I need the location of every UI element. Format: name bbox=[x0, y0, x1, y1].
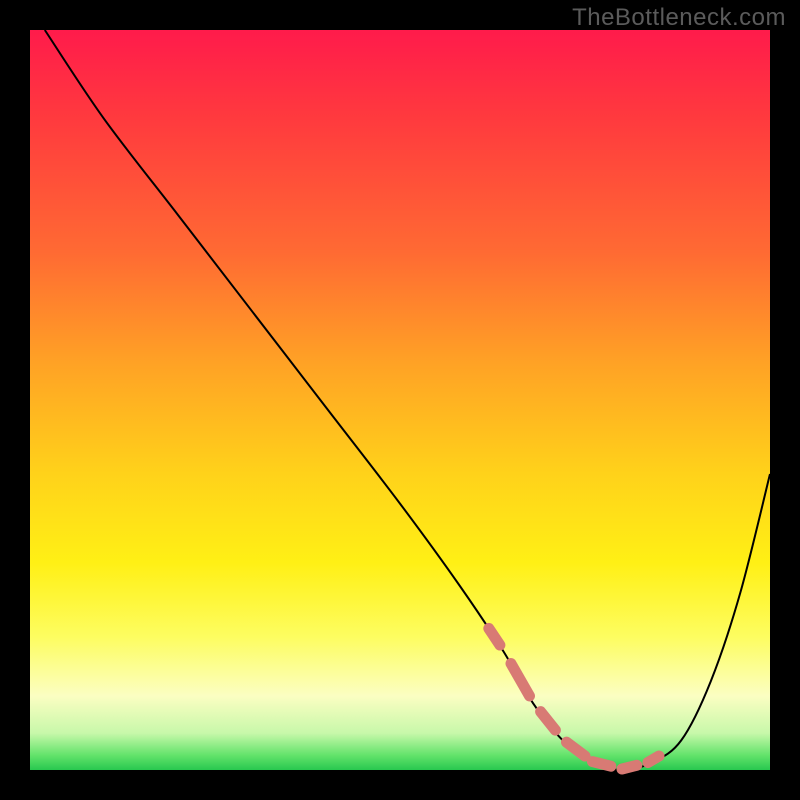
watermark-label: TheBottleneck.com bbox=[572, 4, 786, 32]
chart-frame: TheBottleneck.com bbox=[0, 0, 800, 800]
valley-dash bbox=[511, 664, 530, 696]
valley-dash bbox=[648, 756, 659, 762]
chart-plot-area bbox=[30, 30, 770, 770]
bottleneck-curve bbox=[45, 30, 770, 770]
valley-dashes bbox=[489, 628, 659, 769]
valley-dash bbox=[489, 628, 500, 645]
chart-svg bbox=[30, 30, 770, 770]
valley-dash bbox=[541, 712, 556, 731]
valley-dash bbox=[567, 742, 586, 756]
valley-dash bbox=[592, 762, 611, 767]
valley-dash bbox=[622, 765, 637, 769]
